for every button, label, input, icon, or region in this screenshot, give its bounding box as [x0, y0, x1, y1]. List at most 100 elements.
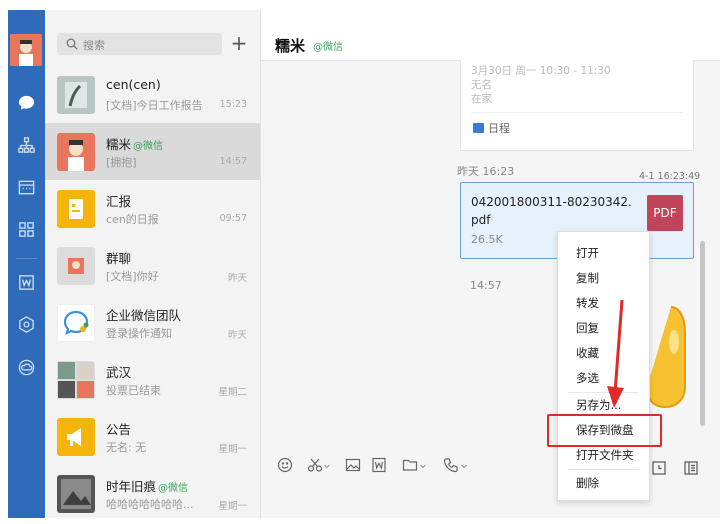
conversation-time: 昨天: [227, 273, 247, 284]
schedule-icon: [473, 123, 484, 133]
word-icon[interactable]: [371, 457, 387, 473]
conversation-name-text: 时年旧痕: [106, 479, 157, 494]
rail-divider: [16, 258, 37, 259]
schedule-organizer: 无名: [471, 79, 492, 91]
conversation-list: 搜索 + cen(cen) [文档]今日工作报告 15:23 糯米 @微信 [拥抱…: [45, 10, 261, 518]
pdf-icon: PDF: [647, 195, 683, 231]
conversation-time: 15:23: [219, 99, 247, 110]
search-box[interactable]: 搜索: [57, 33, 222, 55]
menu-divider: [568, 469, 639, 470]
conversation-time: 星期一: [218, 444, 247, 455]
timestamp: 14:57: [470, 279, 502, 292]
conversation-time: 昨天: [227, 330, 247, 341]
menu-label: 回复: [576, 321, 599, 335]
user-avatar[interactable]: [10, 34, 42, 66]
schedule-location: 在家: [471, 93, 492, 105]
menu-label: 复制: [576, 271, 599, 285]
conversation-preview: [文档]你好: [106, 270, 159, 283]
conversation-name: cen(cen): [106, 77, 161, 92]
conversation-preview: 登录操作通知: [106, 327, 172, 340]
red-arrow-annotation: [607, 299, 624, 408]
conversation-avatar: [57, 304, 95, 342]
conversation-name: 汇报: [106, 194, 132, 209]
conversation-preview: 投票已结束: [106, 384, 161, 397]
schedule-card[interactable]: 3月30日 周一 10:30 - 11:30 无名 在家 日程: [460, 60, 694, 151]
conversation-avatar: [57, 76, 95, 114]
image-icon[interactable]: [345, 457, 361, 473]
conversation-item[interactable]: 公告 无名: 无 星期一: [45, 408, 260, 465]
app-window: 搜索 + cen(cen) [文档]今日工作报告 15:23 糯米 @微信 [拥抱…: [0, 0, 720, 524]
conversation-item[interactable]: 时年旧痕 @微信 哈哈哈哈哈哈哈... 星期一: [45, 465, 260, 522]
file-size: 26.5K: [471, 233, 503, 246]
search-icon: [66, 38, 78, 50]
conversation-preview: 无名: 无: [106, 441, 147, 454]
file-name-line2: pdf: [471, 213, 491, 227]
conversation-name: 群聊: [106, 251, 132, 266]
conversation-preview: [拥抱]: [106, 156, 137, 169]
conversation-item[interactable]: 糯米 @微信 [拥抱] 14:57: [45, 123, 260, 180]
message-timestamp: 4-1 16:23:49: [639, 171, 701, 182]
menu-label: 删除: [576, 476, 599, 490]
wechat-tag: @微信: [158, 483, 189, 494]
conversation-time: 09:57: [219, 213, 247, 224]
apps-icon[interactable]: [17, 220, 36, 239]
menu-label: 转发: [576, 296, 599, 310]
schedule-label: 日程: [488, 122, 510, 135]
conversation-avatar: [57, 247, 95, 285]
chat-title: 糯米: [275, 37, 306, 55]
plus-icon[interactable]: +: [228, 32, 250, 54]
menu-label: 打开: [576, 246, 599, 260]
schedule-time: 3月30日 周一 10:30 - 11:30: [471, 65, 611, 77]
chat-header: 糯米 @微信: [261, 10, 720, 61]
conversation-avatar: [57, 190, 95, 228]
conversation-name-text: 糯米: [106, 137, 132, 152]
emoji-icon[interactable]: [277, 457, 293, 473]
menu-label: 收藏: [576, 346, 599, 360]
scissors-icon[interactable]: [307, 457, 323, 473]
conversation-item[interactable]: cen(cen) [文档]今日工作报告 15:23: [45, 66, 260, 123]
conversation-preview: [文档]今日工作报告: [106, 99, 203, 112]
timestamp: 昨天 16:23: [457, 165, 515, 178]
panel-icon[interactable]: [683, 460, 699, 476]
contacts-icon[interactable]: [17, 136, 36, 155]
conversation-time: 14:57: [219, 156, 247, 167]
search-input[interactable]: 搜索: [83, 37, 105, 53]
conversation-item[interactable]: 企业微信团队 登录操作通知 昨天: [45, 294, 260, 351]
menu-item-delete[interactable]: 删除: [558, 471, 649, 495]
conversation-name: 武汉: [106, 365, 132, 380]
file-name-line1: 042001800311-80230342.: [471, 195, 632, 209]
card-divider: [471, 112, 683, 113]
chevron-down-icon[interactable]: [419, 459, 427, 475]
highlight-box: [547, 414, 662, 447]
conversation-avatar: [57, 475, 95, 513]
history-icon[interactable]: [651, 460, 667, 476]
conversation-avatar: [57, 418, 95, 456]
calendar-icon[interactable]: [17, 178, 36, 197]
chevron-down-icon[interactable]: [460, 459, 468, 475]
conversation-avatar: [57, 133, 95, 171]
conversation-item[interactable]: 群聊 [文档]你好 昨天: [45, 237, 260, 294]
conversation-preview: cen的日报: [106, 213, 159, 226]
conversation-name: 公告: [106, 422, 132, 437]
menu-label: 打开文件夹: [576, 448, 634, 462]
conversation-avatar: [57, 361, 95, 399]
conversation-name: 时年旧痕 @微信: [106, 476, 188, 495]
conversation-item[interactable]: 汇报 cen的日报 09:57: [45, 180, 260, 237]
menu-label: 多选: [576, 371, 599, 385]
folder-icon[interactable]: [402, 457, 418, 473]
conversation-name: 糯米 @微信: [106, 134, 163, 153]
conversation-name: 企业微信团队: [106, 308, 182, 323]
conversation-time: 星期一: [218, 501, 247, 512]
chevron-down-icon[interactable]: [323, 459, 331, 475]
hexagon-icon[interactable]: [17, 315, 36, 334]
chat-icon[interactable]: [17, 93, 36, 112]
cloud-icon[interactable]: [17, 358, 36, 377]
chat-scrollbar[interactable]: [700, 241, 705, 426]
conversation-preview: 哈哈哈哈哈哈哈...: [106, 498, 194, 511]
doc-icon[interactable]: [17, 273, 36, 292]
menu-item-copy[interactable]: 复制: [558, 266, 649, 290]
chat-subtitle: @微信: [313, 42, 343, 53]
phone-icon[interactable]: [443, 457, 459, 473]
menu-item-open[interactable]: 打开: [558, 241, 649, 265]
conversation-item[interactable]: 武汉 投票已结束 星期二: [45, 351, 260, 408]
